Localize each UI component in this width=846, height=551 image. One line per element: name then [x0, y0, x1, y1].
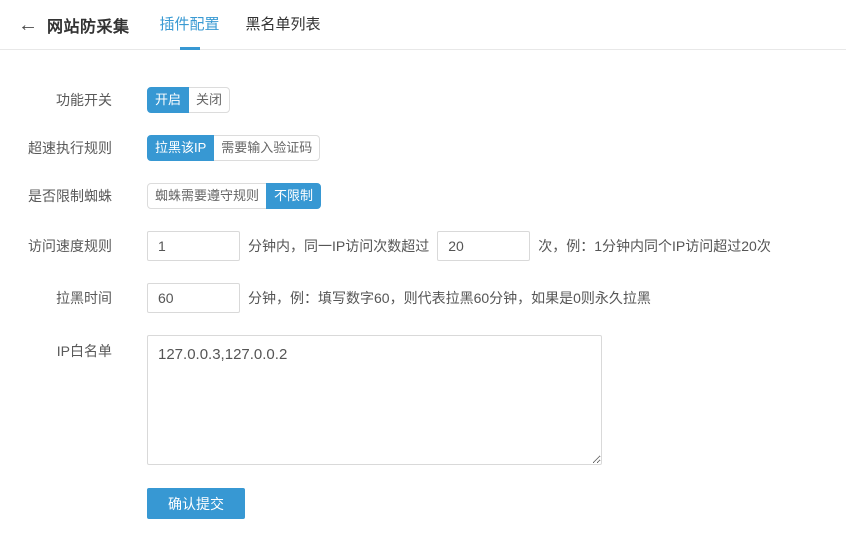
ban-time-label: 拉黑时间: [0, 288, 112, 308]
confirm-submit-button[interactable]: 确认提交: [147, 488, 245, 519]
speed-rule-example-text: 次，例：1分钟内同个IP访问超过20次: [538, 236, 771, 256]
back-icon[interactable]: ←: [18, 13, 38, 37]
speed-rule-middle-text: 分钟内，同一IP访问次数超过: [248, 236, 429, 256]
spider-no-limit-button[interactable]: 不限制: [266, 183, 321, 209]
function-switch-label: 功能开关: [0, 90, 112, 110]
overspeed-rule-label: 超速执行规则: [0, 138, 112, 158]
spider-limit-group: 蜘蛛需要遵守规则 不限制: [147, 183, 321, 209]
overspeed-captcha-button[interactable]: 需要输入验证码: [213, 135, 320, 161]
page-title: 网站防采集: [47, 13, 130, 37]
row-ban-time: 拉黑时间 分钟，例：填写数字60，则代表拉黑60分钟，如果是0则永久拉黑: [0, 283, 846, 313]
spider-limit-label: 是否限制蜘蛛: [0, 186, 112, 206]
spider-follow-rules-button[interactable]: 蜘蛛需要遵守规则: [147, 183, 267, 209]
tab-plugin-config[interactable]: 插件配置: [160, 0, 220, 50]
ban-time-input[interactable]: [147, 283, 240, 313]
ban-time-example-text: 分钟，例：填写数字60，则代表拉黑60分钟，如果是0则永久拉黑: [248, 288, 651, 308]
function-switch-off-button[interactable]: 关闭: [188, 87, 230, 113]
settings-form: 功能开关 开启 关闭 超速执行规则 拉黑该IP 需要输入验证码 是否限制蜘蛛 蜘…: [0, 87, 846, 519]
ip-whitelist-label: IP白名单: [0, 341, 112, 361]
row-speed-rule: 访问速度规则 分钟内，同一IP访问次数超过 次，例：1分钟内同个IP访问超过20…: [0, 231, 846, 261]
ip-whitelist-textarea[interactable]: 127.0.0.3,127.0.0.2: [147, 335, 602, 465]
speed-rule-label: 访问速度规则: [0, 236, 112, 256]
function-switch-on-button[interactable]: 开启: [147, 87, 189, 113]
tab-bar: 插件配置 黑名单列表: [160, 0, 347, 50]
function-switch-group: 开启 关闭: [147, 87, 230, 113]
page-header: ← 网站防采集 插件配置 黑名单列表: [0, 0, 846, 50]
row-overspeed-rule: 超速执行规则 拉黑该IP 需要输入验证码: [0, 135, 846, 161]
overspeed-rule-group: 拉黑该IP 需要输入验证码: [147, 135, 320, 161]
speed-rule-count-input[interactable]: [437, 231, 530, 261]
tab-blacklist[interactable]: 黑名单列表: [246, 0, 321, 50]
row-spider-limit: 是否限制蜘蛛 蜘蛛需要遵守规则 不限制: [0, 183, 846, 209]
row-ip-whitelist: IP白名单 127.0.0.3,127.0.0.2: [0, 335, 846, 465]
overspeed-blacklist-ip-button[interactable]: 拉黑该IP: [147, 135, 214, 161]
speed-rule-minutes-input[interactable]: [147, 231, 240, 261]
row-submit: 确认提交: [0, 488, 846, 519]
row-function-switch: 功能开关 开启 关闭: [0, 87, 846, 113]
